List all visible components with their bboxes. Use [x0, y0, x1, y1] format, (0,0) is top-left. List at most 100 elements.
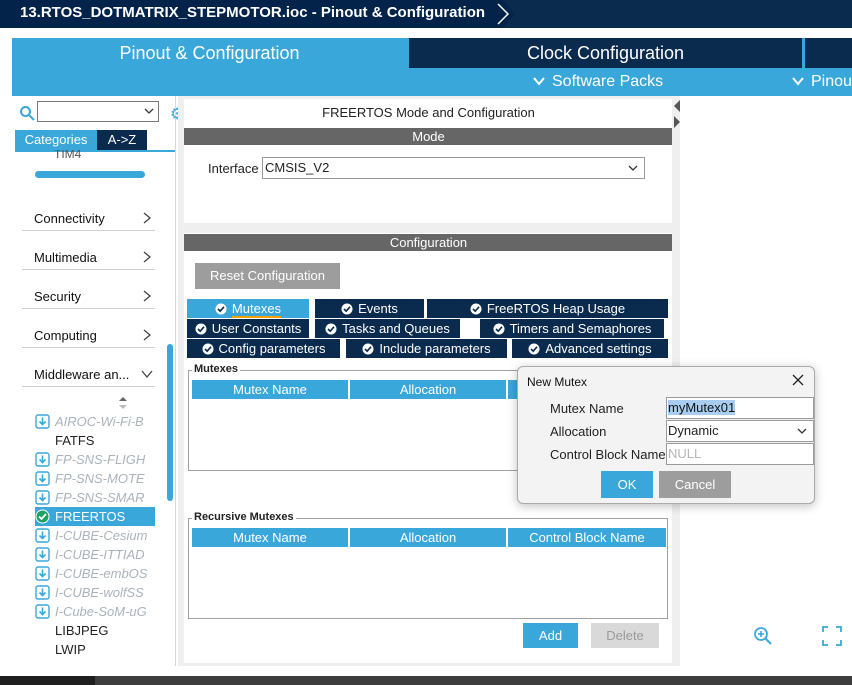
middleware-label: LIBJPEG — [55, 623, 109, 638]
middleware-label: FP-SNS-SMAR — [55, 490, 145, 505]
middleware-item[interactable]: I-CUBE-Cesium — [35, 526, 155, 545]
tab-next-hidden[interactable] — [805, 38, 852, 68]
window-title: 13.RTOS_DOTMATRIX_STEPMOTOR.ioc - Pinout… — [0, 0, 516, 28]
category-computing[interactable]: Computing — [22, 310, 155, 348]
middleware-item[interactable]: FP-SNS-FLIGH — [35, 450, 155, 469]
interface-label: Interface — [208, 161, 259, 176]
tab-a-z[interactable]: A->Z — [97, 130, 147, 150]
category-tab-underline — [15, 150, 175, 152]
chevron-right-icon — [143, 251, 151, 263]
middleware-label: FP-SNS-FLIGH — [55, 452, 146, 467]
download-pack-icon — [35, 414, 50, 429]
new-mutex-dialog: New Mutex Mutex Name myMutex01 Allocatio… — [517, 366, 815, 504]
middleware-item[interactable]: I-CUBE-embOS — [35, 564, 155, 583]
taskbar-segment — [0, 676, 95, 685]
tab-clock-configuration[interactable]: Clock Configuration — [409, 38, 802, 68]
ok-button[interactable]: OK — [601, 471, 653, 498]
middleware-item[interactable]: I-CUBE-wolfSS — [35, 583, 155, 602]
reset-configuration-button[interactable]: Reset Configuration — [195, 263, 340, 289]
config-tab[interactable]: Include parameters — [346, 339, 507, 358]
chevron-down-icon — [533, 77, 545, 86]
column-mutex-name[interactable]: Mutex Name — [192, 528, 348, 547]
delete-button[interactable]: Delete — [591, 623, 659, 648]
allocation-select[interactable]: Dynamic — [666, 420, 814, 442]
tab-categories[interactable]: Categories — [15, 130, 97, 150]
config-tab[interactable]: Advanced settings — [512, 339, 668, 358]
middleware-item[interactable]: FATFS — [35, 431, 155, 450]
check-circle-icon — [493, 321, 510, 336]
interface-value: CMSIS_V2 — [265, 160, 330, 175]
middleware-item[interactable]: FREERTOS — [35, 507, 155, 526]
software-packs-menu[interactable]: Software Packs — [532, 71, 663, 93]
category-security[interactable]: Security — [22, 271, 155, 309]
middleware-item[interactable]: I-Cube-SoM-uG — [35, 602, 155, 621]
add-button[interactable]: Add — [523, 623, 578, 648]
column-allocation[interactable]: Allocation — [350, 528, 506, 547]
middleware-item[interactable]: LIBJPEG — [35, 621, 155, 640]
check-circle-icon — [325, 321, 342, 336]
allocation-value: Dynamic — [668, 423, 719, 438]
chevron-right-icon — [143, 212, 151, 224]
config-tab[interactable]: FreeRTOS Heap Usage — [427, 299, 668, 318]
download-pack-icon — [35, 547, 50, 562]
control-block-name-field[interactable]: NULL — [666, 443, 814, 465]
allocation-label: Allocation — [550, 424, 607, 439]
chevron-down-icon — [144, 108, 154, 114]
fit-to-screen-icon[interactable] — [822, 626, 842, 646]
category-connectivity[interactable]: Connectivity — [22, 193, 155, 231]
mutex-name-field[interactable]: myMutex01 — [666, 397, 814, 419]
check-circle-icon — [528, 341, 545, 356]
column-control-block-name[interactable]: Control Block Name — [508, 528, 666, 547]
zoom-in-icon[interactable] — [753, 626, 773, 646]
middleware-item[interactable]: FP-SNS-MOTE — [35, 469, 155, 488]
configuration-header: Configuration — [184, 234, 673, 251]
search-icon[interactable] — [19, 105, 35, 121]
chevron-down-icon — [792, 77, 804, 86]
middleware-label: FREERTOS — [55, 509, 126, 524]
chevron-right-icon — [143, 290, 151, 302]
chevron-right-icon — [143, 329, 151, 341]
close-icon[interactable] — [791, 373, 805, 387]
middleware-label: I-CUBE-wolfSS — [55, 585, 144, 600]
search-input[interactable] — [37, 101, 159, 122]
mutexes-legend: Mutexes — [192, 363, 241, 375]
middleware-label: I-CUBE-Cesium — [55, 528, 148, 543]
cancel-button[interactable]: Cancel — [659, 471, 731, 498]
middleware-item[interactable]: LWIP — [35, 640, 155, 659]
mode-section: FREERTOS Mode and Configuration Mode Int… — [184, 99, 673, 223]
middleware-item[interactable]: FP-SNS-SMAR — [35, 488, 155, 507]
config-tab[interactable]: Tasks and Queues — [315, 319, 460, 338]
middleware-item[interactable]: I-CUBE-ITTIAD — [35, 545, 155, 564]
config-tab[interactable]: Timers and Semaphores — [480, 319, 664, 338]
collapse-left-icon[interactable] — [674, 100, 680, 112]
expand-right-icon[interactable] — [674, 116, 680, 128]
gear-icon[interactable]: ⚙ — [170, 104, 178, 120]
horizontal-scrollbar[interactable] — [35, 171, 145, 178]
recursive-mutexes-legend: Recursive Mutexes — [192, 511, 296, 523]
dialog-title: New Mutex — [527, 375, 588, 389]
category-middleware[interactable]: Middleware an... — [22, 349, 155, 387]
pinout-label: Pinout — [811, 73, 852, 90]
check-circle-icon — [195, 321, 212, 336]
column-mutex-name[interactable]: Mutex Name — [192, 380, 348, 399]
partial-list-item[interactable]: TIM4 — [54, 150, 81, 160]
check-circle-icon — [470, 301, 487, 316]
vertical-scrollbar[interactable] — [167, 344, 173, 501]
interface-select[interactable]: CMSIS_V2 — [262, 157, 645, 179]
config-tab[interactable]: User Constants — [187, 319, 309, 338]
middleware-item[interactable]: AIROC-Wi-Fi-B — [35, 412, 155, 431]
config-tab[interactable]: Mutexes — [187, 299, 309, 318]
pinout-menu[interactable]: Pinout — [791, 71, 852, 93]
middleware-label: LWIP — [55, 642, 86, 657]
config-tab[interactable]: Events — [315, 299, 424, 318]
column-allocation[interactable]: Allocation — [350, 380, 506, 399]
config-tab-label: FreeRTOS Heap Usage — [486, 301, 626, 316]
check-circle-icon — [341, 301, 358, 316]
download-pack-icon — [35, 566, 50, 581]
category-multimedia[interactable]: Multimedia — [22, 232, 155, 270]
chevron-down-icon — [628, 165, 638, 171]
sort-icon[interactable] — [117, 396, 129, 410]
middleware-label: FP-SNS-MOTE — [55, 471, 145, 486]
tab-pinout-configuration[interactable]: Pinout & Configuration — [12, 38, 407, 68]
config-tab[interactable]: Config parameters — [187, 339, 340, 358]
